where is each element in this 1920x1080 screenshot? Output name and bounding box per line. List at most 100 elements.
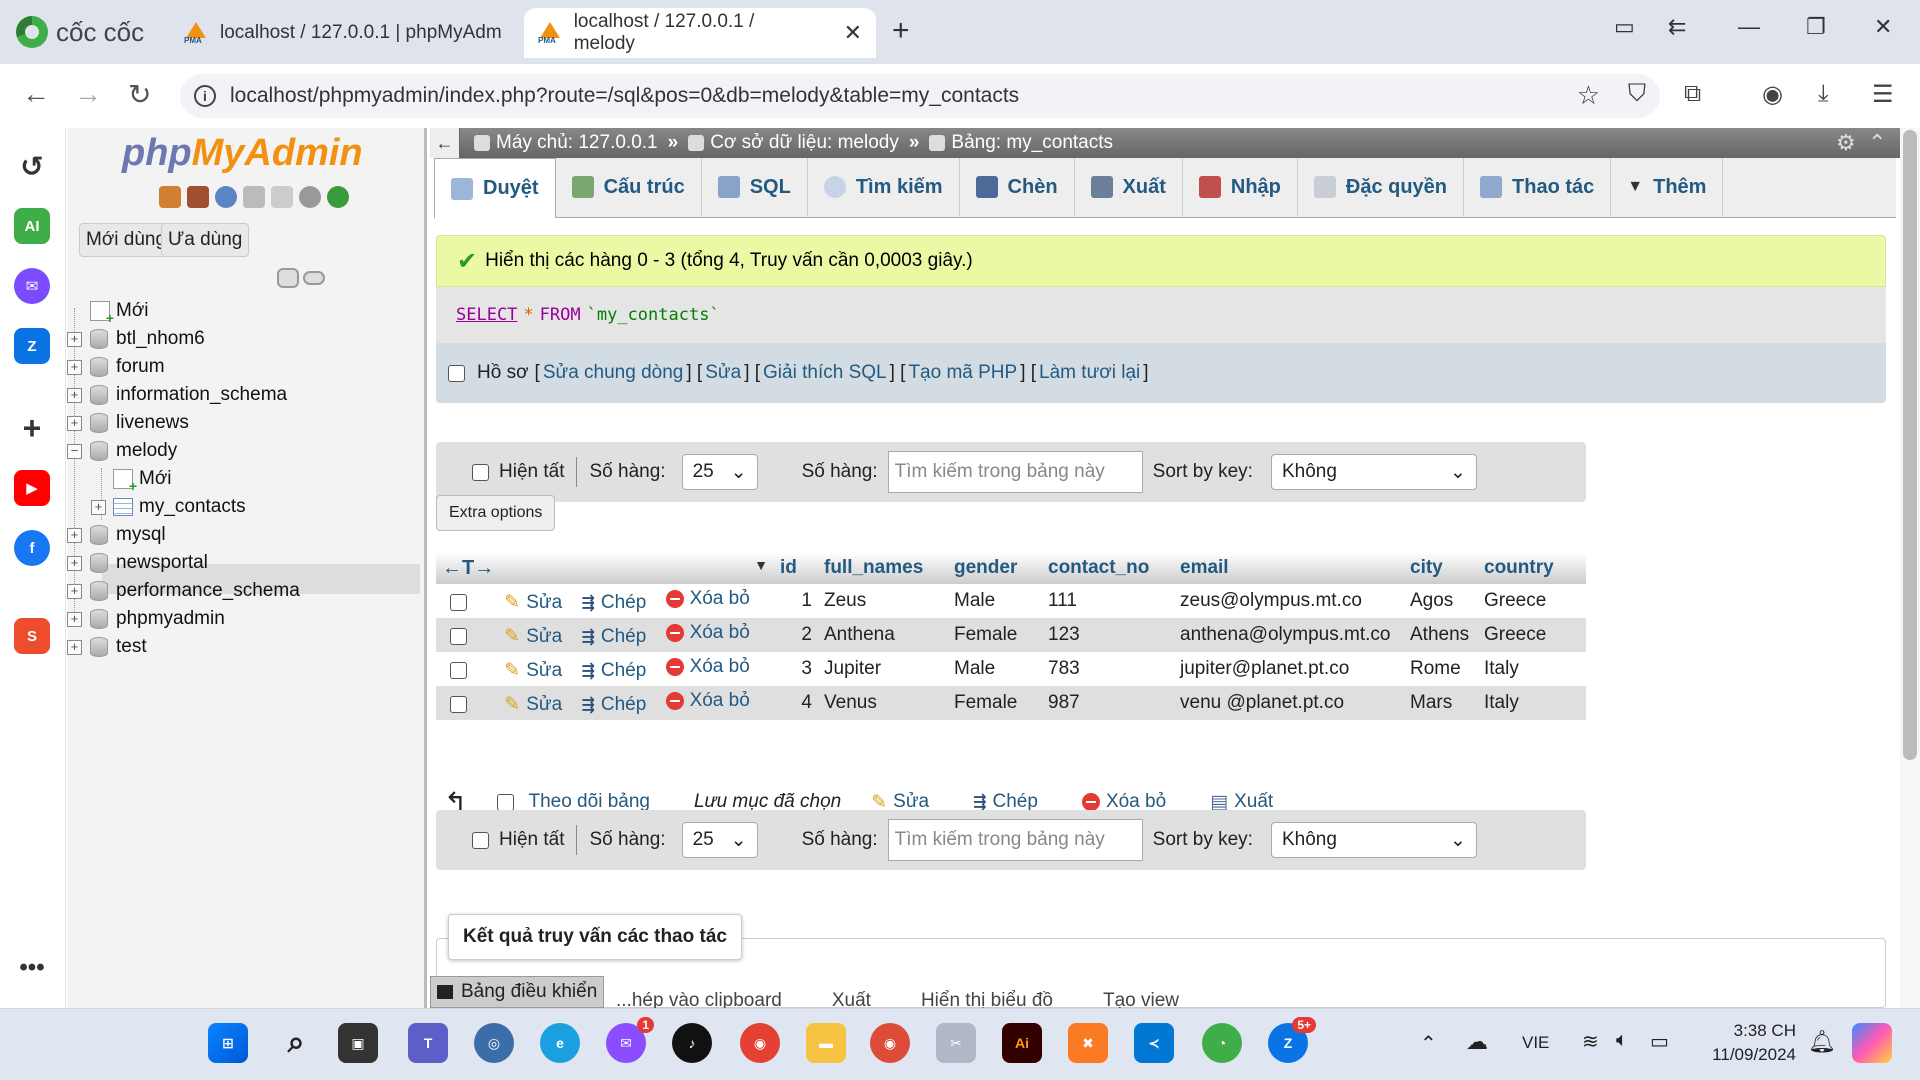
- ai-assistant-icon[interactable]: AI: [14, 208, 50, 244]
- copy-row-link[interactable]: ⇶ Chép: [581, 694, 646, 716]
- delete-row-link[interactable]: Xóa bỏ: [665, 690, 750, 712]
- phpmyadmin-logo[interactable]: phpMyAdmin: [122, 132, 363, 175]
- cell-country[interactable]: Italy: [1478, 652, 1586, 686]
- copy-row-link[interactable]: ⇶ Chép: [581, 592, 646, 614]
- cell-id[interactable]: 1: [774, 584, 818, 618]
- create-php-code-link[interactable]: Tạo mã PHP: [908, 362, 1017, 384]
- copilot-icon[interactable]: [1852, 1023, 1892, 1063]
- facebook-icon[interactable]: f: [14, 530, 50, 566]
- tab-structure[interactable]: Cấu trúc: [556, 158, 702, 216]
- clock-time[interactable]: 3:38 CH: [1700, 1021, 1796, 1041]
- volume-icon[interactable]: 🔈︎: [1616, 1029, 1628, 1052]
- docs-icon[interactable]: [243, 186, 265, 208]
- column-header-gender[interactable]: gender: [948, 552, 1042, 584]
- cell-gender[interactable]: Female: [948, 618, 1042, 652]
- expand-icon[interactable]: +: [67, 527, 82, 543]
- illustrator-icon[interactable]: Ai: [1002, 1023, 1042, 1063]
- scrollbar-thumb[interactable]: [1903, 130, 1917, 760]
- select-all-checkbox[interactable]: [497, 793, 515, 811]
- tiktok-icon[interactable]: ♪: [672, 1023, 712, 1063]
- expand-icon[interactable]: +: [67, 331, 82, 347]
- edit-row-link[interactable]: ✎ Sửa: [504, 659, 562, 682]
- tree-item-my_contacts[interactable]: + my_contacts: [91, 492, 246, 522]
- cell-contact_no[interactable]: 783: [1042, 652, 1174, 686]
- shopee-icon[interactable]: S: [14, 618, 50, 654]
- cell-city[interactable]: Agos: [1404, 584, 1478, 618]
- help-icon[interactable]: [215, 186, 237, 208]
- settings-gear-icon[interactable]: ⚙: [1836, 130, 1856, 156]
- collapse-icon[interactable]: −: [67, 443, 82, 459]
- tree-item-mysql[interactable]: + mysql: [67, 520, 166, 550]
- settings-gear-icon[interactable]: [299, 186, 321, 208]
- browser-tab-2-active[interactable]: localhost / 127.0.0.1 / melody ✕: [524, 8, 876, 58]
- zalo-icon[interactable]: Z 5+: [1268, 1017, 1316, 1063]
- cell-email[interactable]: jupiter@planet.pt.co: [1174, 652, 1404, 686]
- tab-operations[interactable]: Thao tác: [1464, 158, 1612, 216]
- copy-row-link[interactable]: ⇶ Chép: [581, 626, 646, 648]
- screen-capture-icon[interactable]: ▭: [1614, 14, 1635, 40]
- sort-by-key-select[interactable]: Không ⌄: [1270, 454, 1477, 490]
- rows-select[interactable]: 25 ⌄: [681, 454, 758, 490]
- tab-import[interactable]: Nhập: [1183, 158, 1298, 216]
- collapse-all-icon[interactable]: [277, 268, 299, 288]
- home-icon[interactable]: [159, 186, 181, 208]
- messenger-icon[interactable]: ✉ 1: [606, 1017, 654, 1063]
- cell-gender[interactable]: Male: [948, 652, 1042, 686]
- edit-row-link[interactable]: ✎ Sửa: [504, 693, 562, 716]
- row-checkbox[interactable]: [450, 696, 467, 714]
- expand-icon[interactable]: +: [67, 583, 82, 599]
- windows-start-icon[interactable]: ⊞: [208, 1023, 248, 1063]
- cell-email[interactable]: venu @planet.pt.co: [1174, 686, 1404, 720]
- edge-icon[interactable]: e: [540, 1023, 580, 1063]
- reload-button[interactable]: ↻: [128, 78, 151, 111]
- cell-full_names[interactable]: Jupiter: [818, 652, 948, 686]
- expand-icon[interactable]: +: [91, 499, 106, 515]
- add-panel-icon[interactable]: +: [14, 410, 50, 446]
- battery-icon[interactable]: ▭: [1650, 1029, 1669, 1054]
- cell-email[interactable]: zeus@olympus.mt.co: [1174, 584, 1404, 618]
- tree-item-btl_nhom6[interactable]: + btl_nhom6: [67, 324, 205, 354]
- cell-gender[interactable]: Female: [948, 686, 1042, 720]
- xampp-icon[interactable]: ✖: [1068, 1023, 1108, 1063]
- cell-city[interactable]: Rome: [1404, 652, 1478, 686]
- rows-select[interactable]: 25 ⌄: [681, 822, 758, 858]
- explain-sql-link[interactable]: Giải thích SQL: [763, 362, 887, 384]
- inline-edit-link[interactable]: Sửa chung dòng: [543, 362, 684, 384]
- sql-select-keyword[interactable]: SELECT: [456, 305, 517, 325]
- cell-full_names[interactable]: Venus: [818, 686, 948, 720]
- options-dropdown-icon[interactable]: ▼: [754, 557, 768, 573]
- column-header-city[interactable]: city: [1404, 552, 1478, 584]
- language-indicator[interactable]: VIE: [1522, 1033, 1549, 1053]
- tab-privileges[interactable]: Đặc quyền: [1298, 158, 1465, 216]
- tab-search[interactable]: Tìm kiếm: [808, 158, 960, 216]
- link-with-main-icon[interactable]: [303, 271, 325, 285]
- cell-email[interactable]: anthena@olympus.mt.co: [1174, 618, 1404, 652]
- notification-bell-icon[interactable]: 🔔︎: [1808, 1029, 1836, 1055]
- column-header-full_names[interactable]: full_names: [818, 552, 948, 584]
- profile-icon[interactable]: ◉: [1762, 80, 1783, 109]
- toggle-nav-arrow-icon[interactable]: ←: [430, 128, 460, 158]
- wifi-icon[interactable]: ≋: [1582, 1029, 1599, 1054]
- tab-more[interactable]: ▼ Thêm: [1611, 158, 1724, 216]
- delete-row-link[interactable]: Xóa bỏ: [665, 656, 750, 678]
- history-icon[interactable]: ↺: [14, 148, 50, 184]
- recent-tables-button[interactable]: Mới dùng: [79, 223, 174, 257]
- cell-contact_no[interactable]: 123: [1042, 618, 1174, 652]
- cell-id[interactable]: 2: [774, 618, 818, 652]
- cell-gender[interactable]: Male: [948, 584, 1042, 618]
- breadcrumb-server[interactable]: Máy chủ: 127.0.0.1: [474, 132, 658, 154]
- tab-export[interactable]: Xuất: [1075, 158, 1183, 216]
- shield-icon[interactable]: ⛉: [1628, 80, 1646, 108]
- close-tab-icon[interactable]: ✕: [844, 20, 862, 46]
- coccoc-taskbar-icon[interactable]: ◔: [1202, 1023, 1242, 1063]
- task-view-icon[interactable]: ▣: [338, 1023, 378, 1063]
- cell-country[interactable]: Greece: [1478, 618, 1586, 652]
- expand-icon[interactable]: +: [67, 387, 82, 403]
- column-arrows-icon[interactable]: ←T→: [442, 557, 494, 579]
- cell-full_names[interactable]: Zeus: [818, 584, 948, 618]
- tree-item-information_schema[interactable]: + information_schema: [67, 380, 287, 410]
- search-icon[interactable]: ⌕: [276, 1023, 316, 1063]
- close-window-button[interactable]: ✕: [1874, 14, 1892, 40]
- tree-item-melody-new[interactable]: Mới: [113, 464, 172, 494]
- tab-search-icon[interactable]: ⇇: [1668, 14, 1686, 40]
